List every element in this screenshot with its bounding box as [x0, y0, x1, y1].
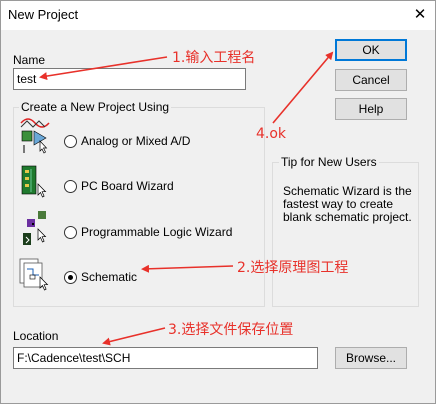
pc-board-radio[interactable]: [64, 179, 77, 193]
programmable-logic-radio[interactable]: [64, 225, 77, 239]
tip-text: Schematic Wizard is the fastest way to c…: [283, 184, 412, 224]
browse-button[interactable]: Browse...: [335, 347, 407, 369]
programmable-logic-label: Programmable Logic Wizard: [81, 225, 233, 239]
window-title: New Project: [8, 7, 79, 22]
project-name-input[interactable]: [13, 68, 246, 90]
location-input[interactable]: [13, 347, 318, 369]
cancel-button[interactable]: Cancel: [335, 69, 407, 91]
annotation-select-location: 3.选择文件保存位置: [168, 322, 294, 338]
ok-button[interactable]: OK: [335, 39, 407, 61]
annotation-enter-name: 1.输入工程名: [172, 50, 256, 66]
option-analog-mixed[interactable]: Analog or Mixed A/D: [64, 131, 190, 151]
option-programmable-logic[interactable]: Programmable Logic Wizard: [64, 222, 232, 242]
schematic-radio[interactable]: [64, 270, 77, 284]
location-label: Location: [13, 329, 59, 343]
analog-radio[interactable]: [64, 134, 77, 148]
title-bar: New Project ✕: [1, 1, 435, 30]
help-button[interactable]: Help: [335, 98, 407, 120]
programmable-logic-icon: [23, 211, 47, 245]
schematic-icon: [19, 258, 49, 291]
new-project-dialog: New Project ✕ Name OK Cancel Help Create…: [0, 0, 436, 404]
arrow-to-location: [102, 327, 166, 346]
project-type-group-title: Create a New Project Using: [19, 100, 172, 114]
schematic-label: Schematic: [81, 270, 138, 284]
pc-board-label: PC Board Wizard: [81, 179, 174, 193]
analog-label: Analog or Mixed A/D: [81, 134, 191, 148]
annotation-ok: 4.ok: [256, 126, 287, 142]
option-schematic[interactable]: Schematic: [64, 267, 137, 287]
name-label: Name: [13, 53, 46, 67]
close-icon[interactable]: ✕: [405, 1, 435, 30]
tip-title: Tip for New Users: [279, 155, 379, 169]
arrow-to-ok: [272, 51, 334, 124]
pc-board-icon: [21, 165, 47, 198]
option-pc-board-wizard[interactable]: PC Board Wizard: [64, 176, 174, 196]
analog-circuit-icon: [20, 118, 50, 154]
annotation-select-schematic: 2.选择原理图工程: [237, 260, 349, 276]
